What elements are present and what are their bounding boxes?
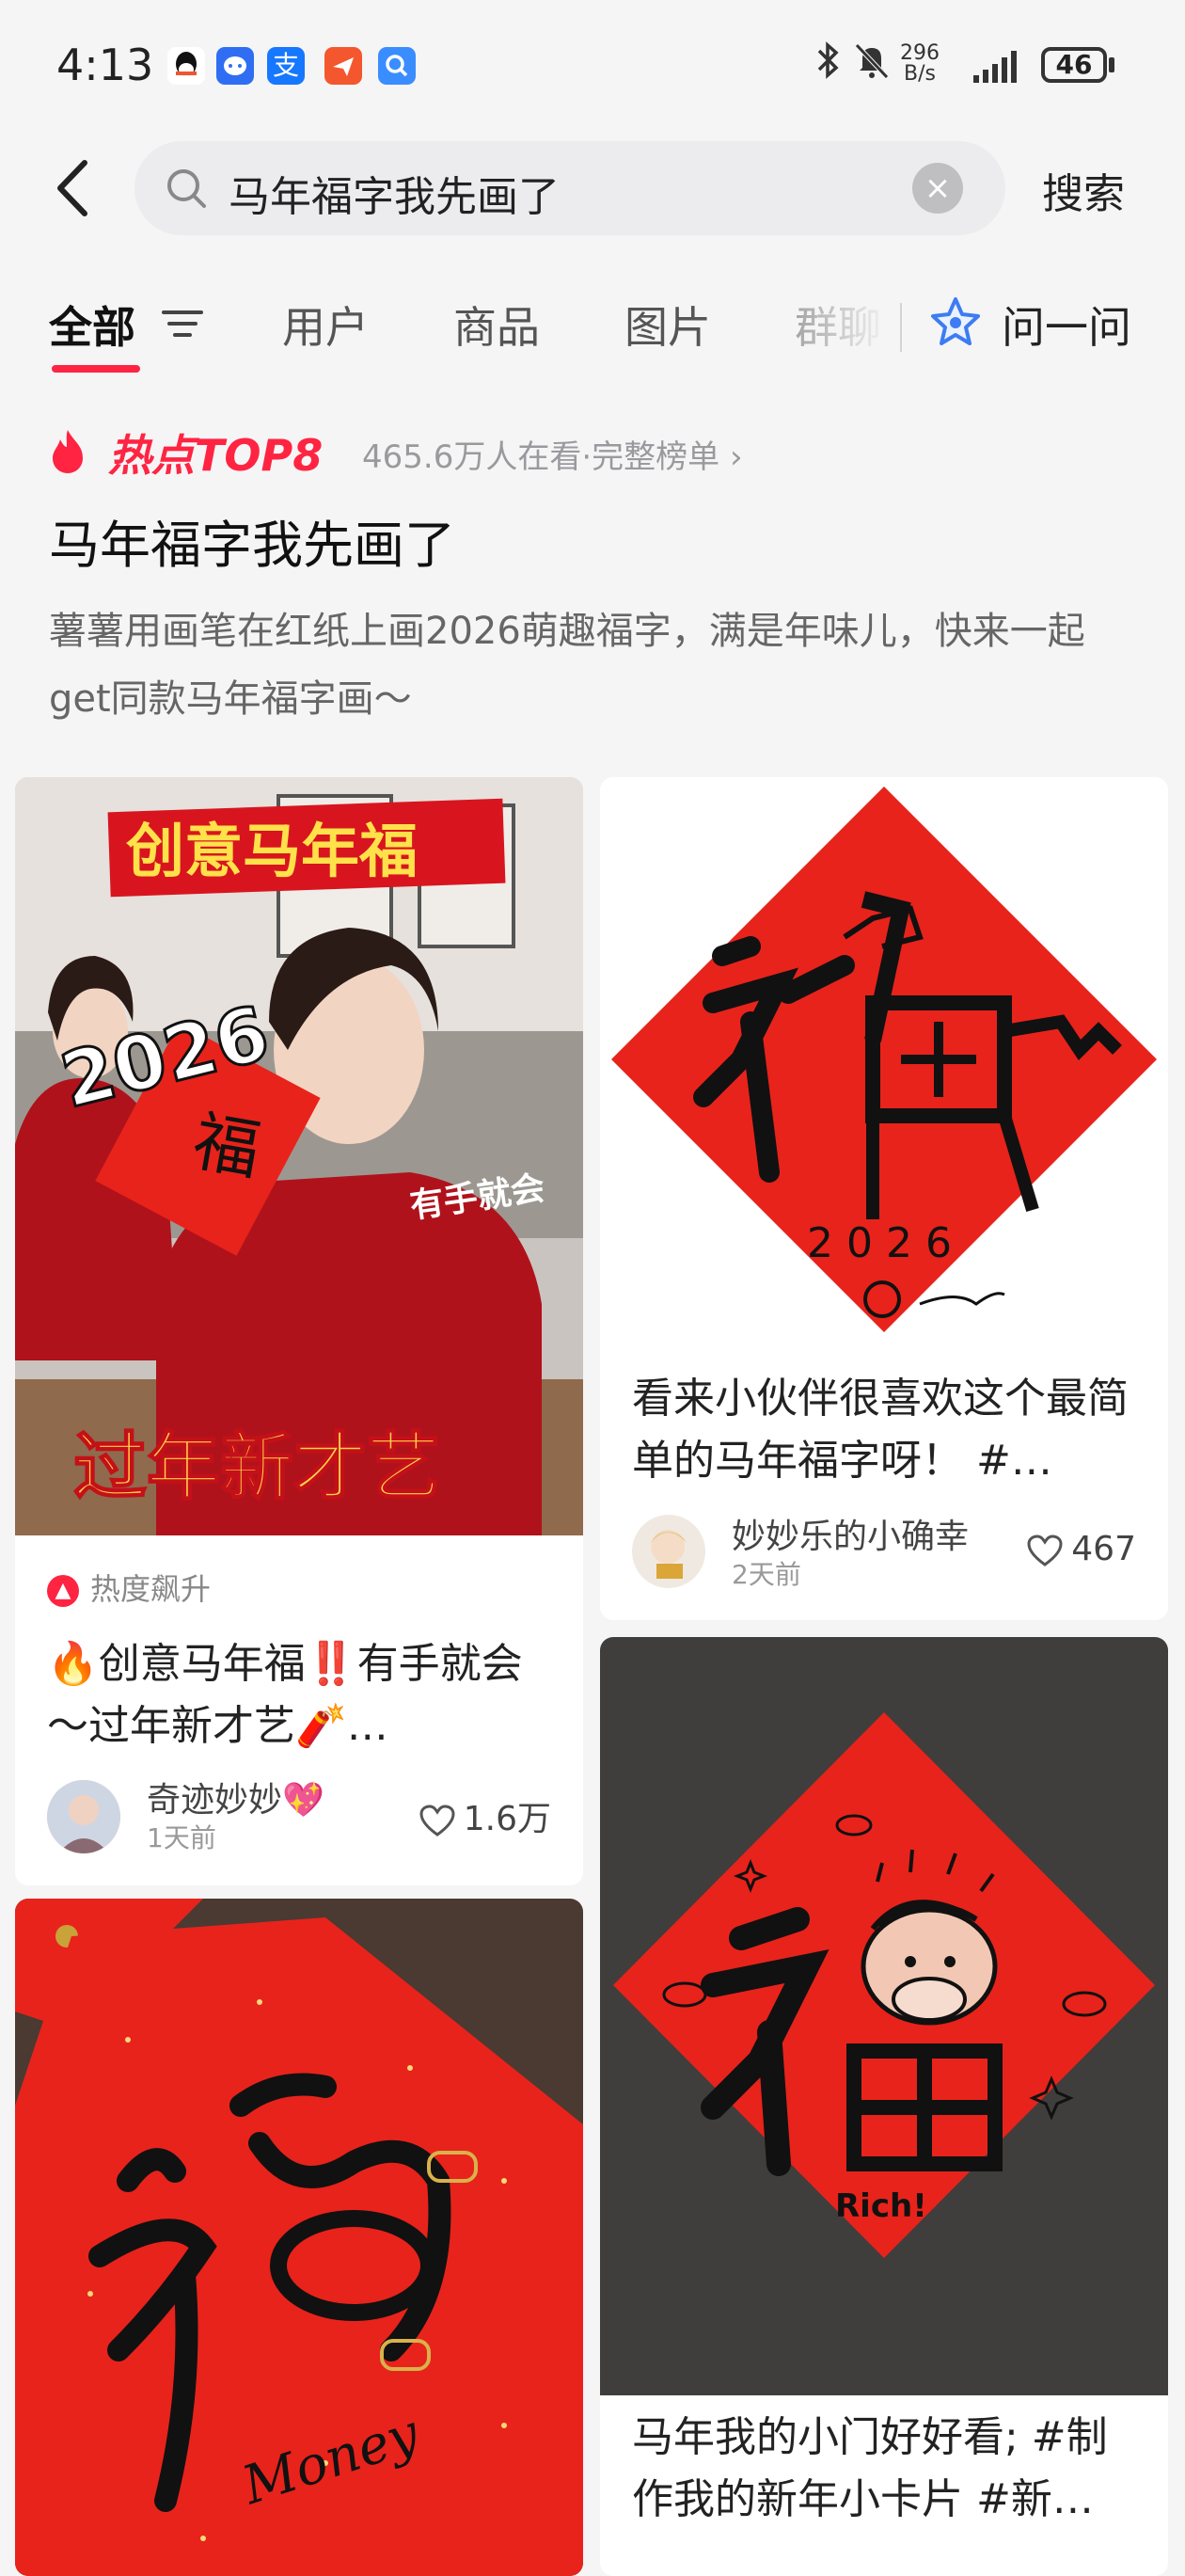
like-count: 1.6万 xyxy=(463,1800,551,1838)
cover-overlay-top: 创意马年福 xyxy=(126,817,418,885)
search-query: 马年福字我先画了 xyxy=(229,173,560,221)
chevron-right-icon: › xyxy=(719,438,743,476)
note-card-1[interactable]: 福 创意马年福 2026 有手就会 过年新才艺 ▲ 热度飙升 🔥创意马年福‼️有手… xyxy=(15,777,583,1885)
hot-topic-description: 薯薯用画笔在红纸上画2026萌趣福字，满是年味儿，快来一起get同款马年福字画～ xyxy=(49,610,1085,721)
tab-users[interactable]: 用户 xyxy=(282,294,369,356)
note-title: 马年我的小门好好看; #制作我的新年小卡片 #新… xyxy=(632,2413,1108,2523)
qq-icon xyxy=(167,47,205,85)
note-card-2[interactable]: 2026 看来小伙伴很喜欢这个最简单的马年福字呀！ #… 妙妙乐的小确幸 2天前… xyxy=(600,777,1168,1620)
like-count: 467 xyxy=(1071,1530,1136,1568)
flame-badge-icon: ▲ xyxy=(47,1575,79,1607)
net-speed-unit: B/s xyxy=(904,62,936,86)
note-cover-image: Money xyxy=(15,1899,583,2576)
avatar[interactable] xyxy=(47,1780,120,1853)
note-card-4[interactable]: Rich! 马年我的小门好好看; #制作我的新年小卡片 #新… xyxy=(600,1637,1168,2576)
cover-overlay-bottom: 过年新才艺 xyxy=(73,1425,440,1510)
signal-icon xyxy=(964,45,1030,96)
filter-icon[interactable] xyxy=(160,303,207,344)
filter-tabs: 全部 用户 商品 图片 群聊 问一问 xyxy=(0,282,1185,376)
tab-products[interactable]: 商品 xyxy=(453,294,540,356)
tab-fade xyxy=(781,282,903,376)
search-button[interactable]: 搜索 xyxy=(1042,160,1125,220)
chevron-left-icon xyxy=(57,160,87,216)
hot-rising-badge: ▲ 热度飙升 xyxy=(47,1566,211,1609)
search-row: 马年福字我先画了 × 搜索 xyxy=(0,136,1185,240)
post-time: 1天前 xyxy=(147,1822,216,1853)
like-button[interactable]: 467 xyxy=(1026,1530,1136,1568)
ask-button[interactable]: 问一问 xyxy=(1002,294,1131,356)
active-tab-indicator xyxy=(52,365,140,373)
back-button[interactable] xyxy=(47,155,103,221)
hot-meta-link[interactable]: 465.6万人在看·完整榜单 › xyxy=(362,431,743,477)
chat-bubble-icon xyxy=(216,47,254,85)
note-title: 🔥创意马年福‼️有手就会～过年新才艺🧨… xyxy=(47,1640,523,1750)
hot-topic-block: 热点TOP8 465.6万人在看·完整榜单 › 马年福字我先画了 薯薯用画笔在红… xyxy=(0,414,1185,743)
mute-bell-icon xyxy=(851,40,893,90)
note-cover-image: 福 创意马年福 2026 有手就会 过年新才艺 xyxy=(15,777,583,1535)
author-name[interactable]: 妙妙乐的小确幸 xyxy=(732,1509,969,1558)
post-time: 2天前 xyxy=(732,1559,801,1590)
hot-meta-text: 465.6万人在看·完整榜单 xyxy=(362,438,720,476)
note-card-3[interactable]: Money xyxy=(15,1899,583,2576)
battery-cap xyxy=(1109,57,1114,72)
note-cover-image: 2026 xyxy=(600,777,1168,1360)
cover-art-year: 2026 xyxy=(807,1219,965,1267)
badge-text: 热度飙升 xyxy=(90,1571,212,1607)
hot-topic-title[interactable]: 马年福字我先画了 xyxy=(49,503,455,578)
tab-divider xyxy=(900,303,902,352)
search-input[interactable]: 马年福字我先画了 × xyxy=(134,141,1005,235)
net-speed-value: 296 xyxy=(900,41,940,65)
ask-star-icon[interactable] xyxy=(926,294,985,352)
net-speed: 296 B/s xyxy=(900,43,940,85)
tab-images[interactable]: 图片 xyxy=(624,294,711,356)
bluetooth-icon xyxy=(814,40,842,90)
avatar[interactable] xyxy=(632,1515,705,1588)
battery-icon: 46 xyxy=(1041,47,1107,83)
search-app-icon xyxy=(378,47,416,85)
status-time: 4:13 xyxy=(56,40,154,90)
alipay-icon: 支 xyxy=(267,47,305,85)
hot-rank-label[interactable]: 热点TOP8 xyxy=(108,421,323,484)
like-button[interactable]: 1.6万 xyxy=(419,1791,551,1840)
heart-icon xyxy=(1027,1534,1063,1566)
flame-icon xyxy=(53,430,83,473)
cover-art-text: Rich! xyxy=(835,2187,927,2225)
clear-search-button[interactable]: × xyxy=(912,163,963,214)
heart-icon xyxy=(419,1805,455,1837)
search-icon xyxy=(167,169,206,208)
tab-all[interactable]: 全部 xyxy=(49,294,135,356)
status-bar: 4:13 支 296 B/s 46 xyxy=(0,0,1185,132)
close-icon: × xyxy=(924,169,952,207)
send-icon xyxy=(324,47,362,85)
note-cover-image: Rich! xyxy=(600,1637,1168,2395)
svg-text:福: 福 xyxy=(188,1103,266,1190)
note-title: 看来小伙伴很喜欢这个最简单的马年福字呀！ #… xyxy=(632,1375,1129,1485)
author-name[interactable]: 奇迹妙妙💖 xyxy=(147,1773,324,1821)
